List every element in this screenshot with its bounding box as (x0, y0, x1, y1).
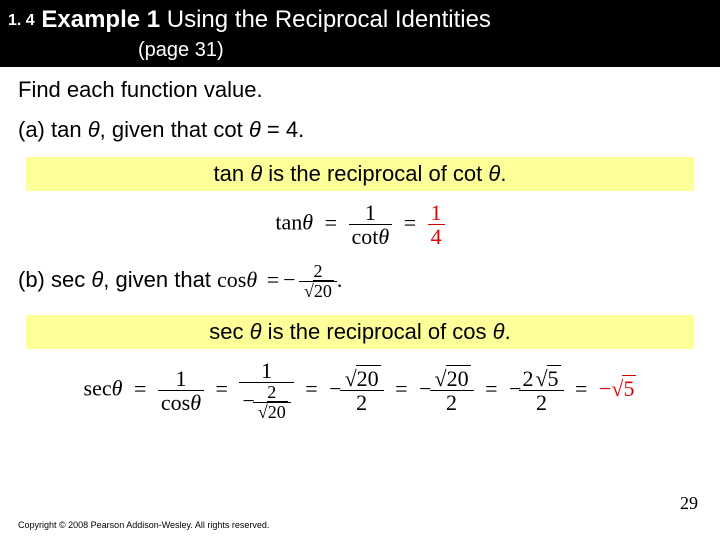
section-number: 1. 4 (8, 12, 35, 29)
part-b-given-expr: cosθ =− 2 20 . (217, 267, 342, 292)
title-rest: Using the Reciprocal Identities (160, 6, 491, 33)
part-b-prompt: (b) sec θ, given that cosθ =− 2 20 . (18, 262, 702, 301)
page-number: 29 (680, 493, 698, 514)
part-b-result: −5 (599, 376, 637, 401)
title-bar: 1. 4 Example 1 Using the Reciprocal Iden… (0, 0, 720, 67)
title-prefix: Example 1 (41, 6, 160, 33)
part-b-equation: secθ = 1 cosθ = 1 −220 = − 20 2 = − 20 2… (18, 359, 702, 422)
frac-one-quarter: 1 4 (428, 201, 445, 248)
part-a-highlight: tan θ is the reciprocal of cot θ. (26, 157, 694, 191)
instruction: Find each function value. (18, 77, 702, 103)
part-a-equation: tanθ = 1 cotθ = 1 4 (18, 201, 702, 248)
copyright: Copyright © 2008 Pearson Addison-Wesley.… (18, 520, 269, 530)
frac-1-over-cot: 1 cotθ (349, 201, 393, 248)
title-row: 1. 4 Example 1 Using the Reciprocal Iden… (8, 4, 708, 35)
subtitle: (page 31) (8, 37, 708, 63)
content-area: Find each function value. (a) tan θ, giv… (0, 67, 720, 422)
part-b-highlight: sec θ is the reciprocal of cos θ. (26, 315, 694, 349)
part-a-prompt: (a) tan θ, given that cot θ = 4. (18, 117, 702, 143)
